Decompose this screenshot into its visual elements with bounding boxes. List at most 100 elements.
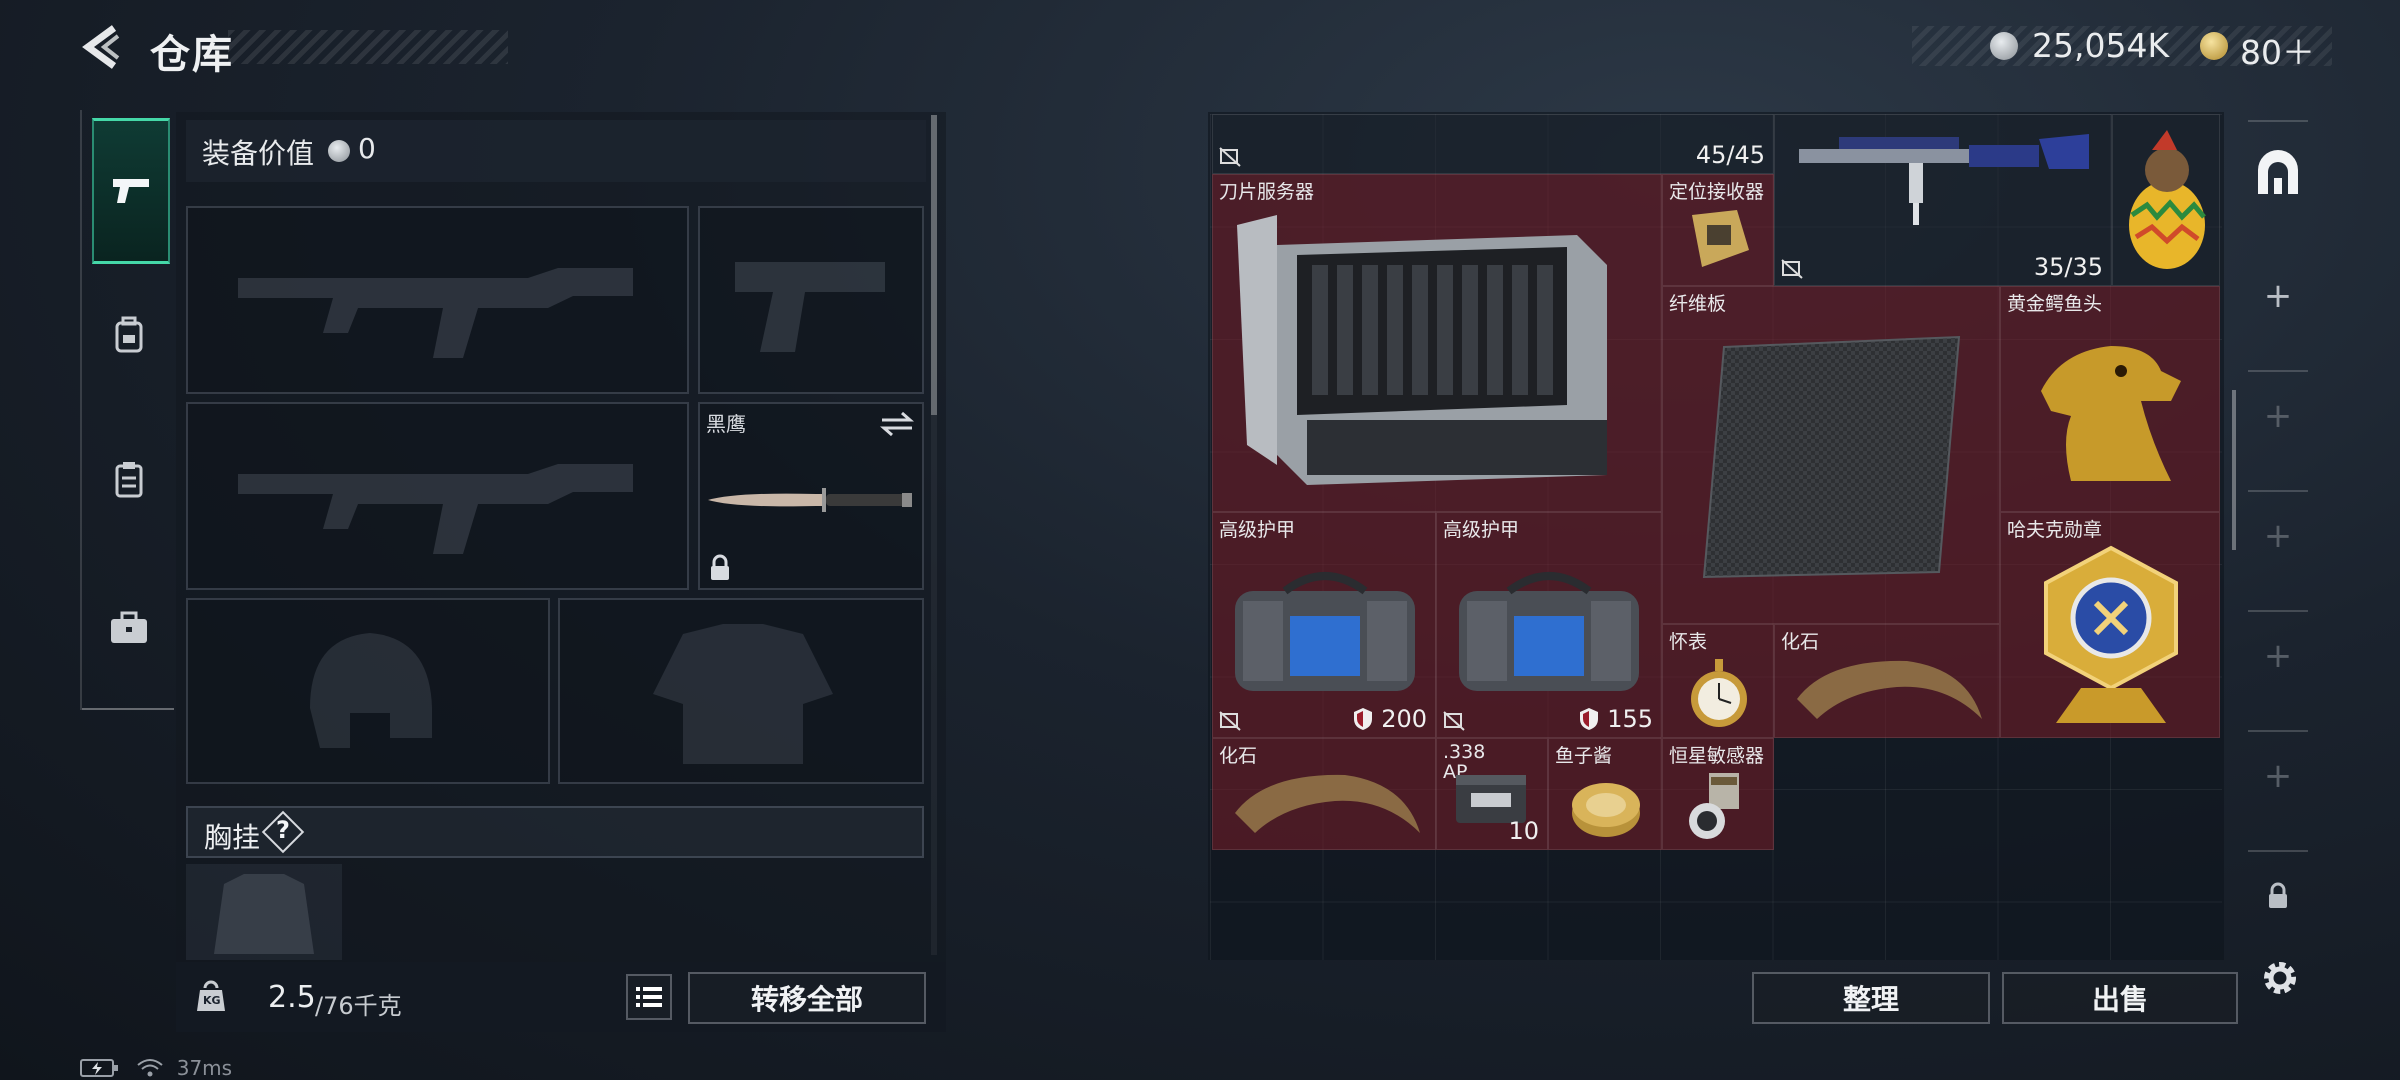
grid-item-golden-crocodile[interactable]: 黄金鳄鱼头: [2000, 286, 2220, 512]
capacity-bar: KG 2.5 /76千克 转移全部: [176, 962, 946, 1032]
currency-bar: 25,054K 80＋: [1912, 26, 2332, 72]
equipment-value-bar: 装备价值 0: [186, 120, 926, 182]
receiver-icon: [1692, 210, 1749, 267]
chest-rig-header: 胸挂 ?: [186, 806, 924, 858]
rifle-icon: [1799, 134, 2089, 225]
item-name: 哈夫克勋章: [2007, 519, 2103, 541]
swap-icon[interactable]: [880, 410, 914, 438]
tab-chest-rig[interactable]: [92, 410, 166, 550]
settings-gear-icon[interactable]: [2258, 956, 2302, 1004]
grid-item-rifle[interactable]: 35/35: [1774, 114, 2112, 286]
golden-crocodile-icon: [2041, 346, 2181, 481]
help-mark: ?: [276, 816, 290, 844]
carbon-fiber-panel-icon: [1702, 335, 1961, 579]
grid-item-advanced-armor-1[interactable]: 高级护甲 200: [1212, 512, 1436, 738]
no-insure-icon: [1443, 711, 1465, 731]
title-decoration: [228, 30, 508, 64]
item-name: 黄金鳄鱼头: [2007, 293, 2103, 315]
tab-warehouse[interactable]: [2252, 148, 2304, 200]
armor-durability: 155: [1607, 705, 1653, 733]
melee-slot[interactable]: 黑鹰: [698, 402, 924, 590]
star-sensor-icon: [1689, 773, 1739, 839]
list-view-button[interactable]: [626, 974, 672, 1020]
category-tabs: [80, 110, 176, 710]
silver-coin-icon: [328, 140, 350, 162]
container-tabs: + + + + +: [2238, 112, 2318, 1032]
pistol-slot[interactable]: [698, 206, 924, 394]
back-arrow-icon[interactable]: [78, 22, 128, 72]
rifle-silhouette-icon: [238, 464, 633, 554]
lock-icon: [2266, 882, 2290, 914]
equipment-value: 0: [358, 132, 376, 165]
grid-item-fiberboard[interactable]: 纤维板: [1662, 286, 2000, 624]
blade-server-icon: [1237, 215, 1607, 485]
helmet-slot[interactable]: [186, 598, 550, 784]
stack-count: 45/45: [1695, 141, 1765, 169]
system-status-bar: 37ms: [80, 1054, 232, 1080]
ammo-name-line-1: .338: [1443, 741, 1486, 763]
container-divider: [2248, 120, 2308, 122]
grid-item-blade-server[interactable]: 刀片服务器: [1212, 174, 1662, 512]
medal-icon: [2044, 545, 2178, 723]
armor-bag-icon: [1459, 572, 1639, 691]
body-armor-slot[interactable]: [558, 598, 924, 784]
container-separators: [2248, 252, 2308, 872]
grid-item-advanced-armor-2[interactable]: 高级护甲 155: [1436, 512, 1662, 738]
item-name: 怀表: [1669, 631, 1708, 653]
tab-case[interactable]: [92, 558, 166, 698]
fossil-claw-icon: [1235, 774, 1420, 833]
shield-icon: [1580, 708, 1598, 730]
warehouse-icon: [2258, 150, 2298, 194]
primary-weapon-slot-2[interactable]: [186, 402, 689, 590]
grid-item-egg-figurine[interactable]: [2112, 114, 2220, 286]
silver-currency-value: 25,054K: [2032, 26, 2170, 65]
list-icon: [636, 987, 662, 1007]
primary-weapon-slot-1[interactable]: [186, 206, 689, 394]
grid-item-fossil-2[interactable]: 化石: [1212, 738, 1436, 850]
sell-button[interactable]: 出售: [2002, 972, 2238, 1024]
weight-icon: KG: [196, 980, 226, 1012]
briefcase-icon: [111, 611, 147, 643]
grid-item-fossil-1[interactable]: 化石: [1774, 624, 2000, 738]
equipment-scrollbar-thumb[interactable]: [931, 115, 937, 415]
weight-current: 2.5: [268, 980, 316, 1015]
chest-rig-slot[interactable]: [186, 864, 342, 960]
wifi-icon: [137, 1058, 163, 1076]
caviar-tin-icon: [1572, 783, 1640, 837]
clipboard-icon: [115, 462, 143, 498]
item-name: 高级护甲: [1219, 519, 1296, 541]
armor-bag-icon: [1235, 572, 1415, 691]
grid-scrollbar[interactable]: [2232, 390, 2236, 550]
silver-coin-icon: [1990, 32, 2018, 60]
no-insure-icon: [1219, 147, 1241, 167]
armor-silhouette-icon: [653, 624, 833, 764]
ping-value: 37ms: [176, 1055, 233, 1080]
tab-weapons[interactable]: [92, 118, 170, 264]
shield-icon: [1354, 708, 1372, 730]
knife-icon: [708, 488, 912, 512]
helmet-silhouette-icon: [310, 633, 432, 748]
grid-item-star-sensor[interactable]: 恒星敏感器: [1662, 738, 1774, 850]
grid-item-havoc-medal[interactable]: 哈夫克勋章: [2000, 512, 2220, 738]
grid-item-stack[interactable]: 45/45: [1212, 114, 1774, 174]
rig-silhouette-icon: [214, 874, 314, 954]
item-name: 纤维板: [1669, 293, 1727, 315]
rifle-silhouette-icon: [238, 268, 633, 358]
grid-item-caviar[interactable]: 鱼子酱: [1548, 738, 1662, 850]
tab-backpack[interactable]: [92, 265, 166, 405]
transfer-all-button[interactable]: 转移全部: [688, 972, 926, 1024]
rifle-ammo: 35/35: [2033, 253, 2103, 281]
tabs-divider: [82, 708, 174, 710]
grid-item-338-ap-ammo[interactable]: .338 AP 10: [1436, 738, 1548, 850]
grid-item-pocket-watch[interactable]: 怀表: [1662, 624, 1774, 738]
chest-rig-label: 胸挂: [204, 821, 261, 854]
item-name: 高级护甲: [1443, 519, 1520, 541]
lock-icon: [711, 554, 729, 580]
no-insure-icon: [1781, 259, 1803, 279]
item-name: 定位接收器: [1669, 181, 1765, 203]
gold-currency-value[interactable]: 80＋: [2240, 26, 2315, 74]
ammo-count: 10: [1508, 817, 1539, 845]
sort-button[interactable]: 整理: [1752, 972, 1990, 1024]
grid-item-positioning-receiver[interactable]: 定位接收器: [1662, 174, 1774, 286]
pistol-icon: [113, 179, 149, 203]
